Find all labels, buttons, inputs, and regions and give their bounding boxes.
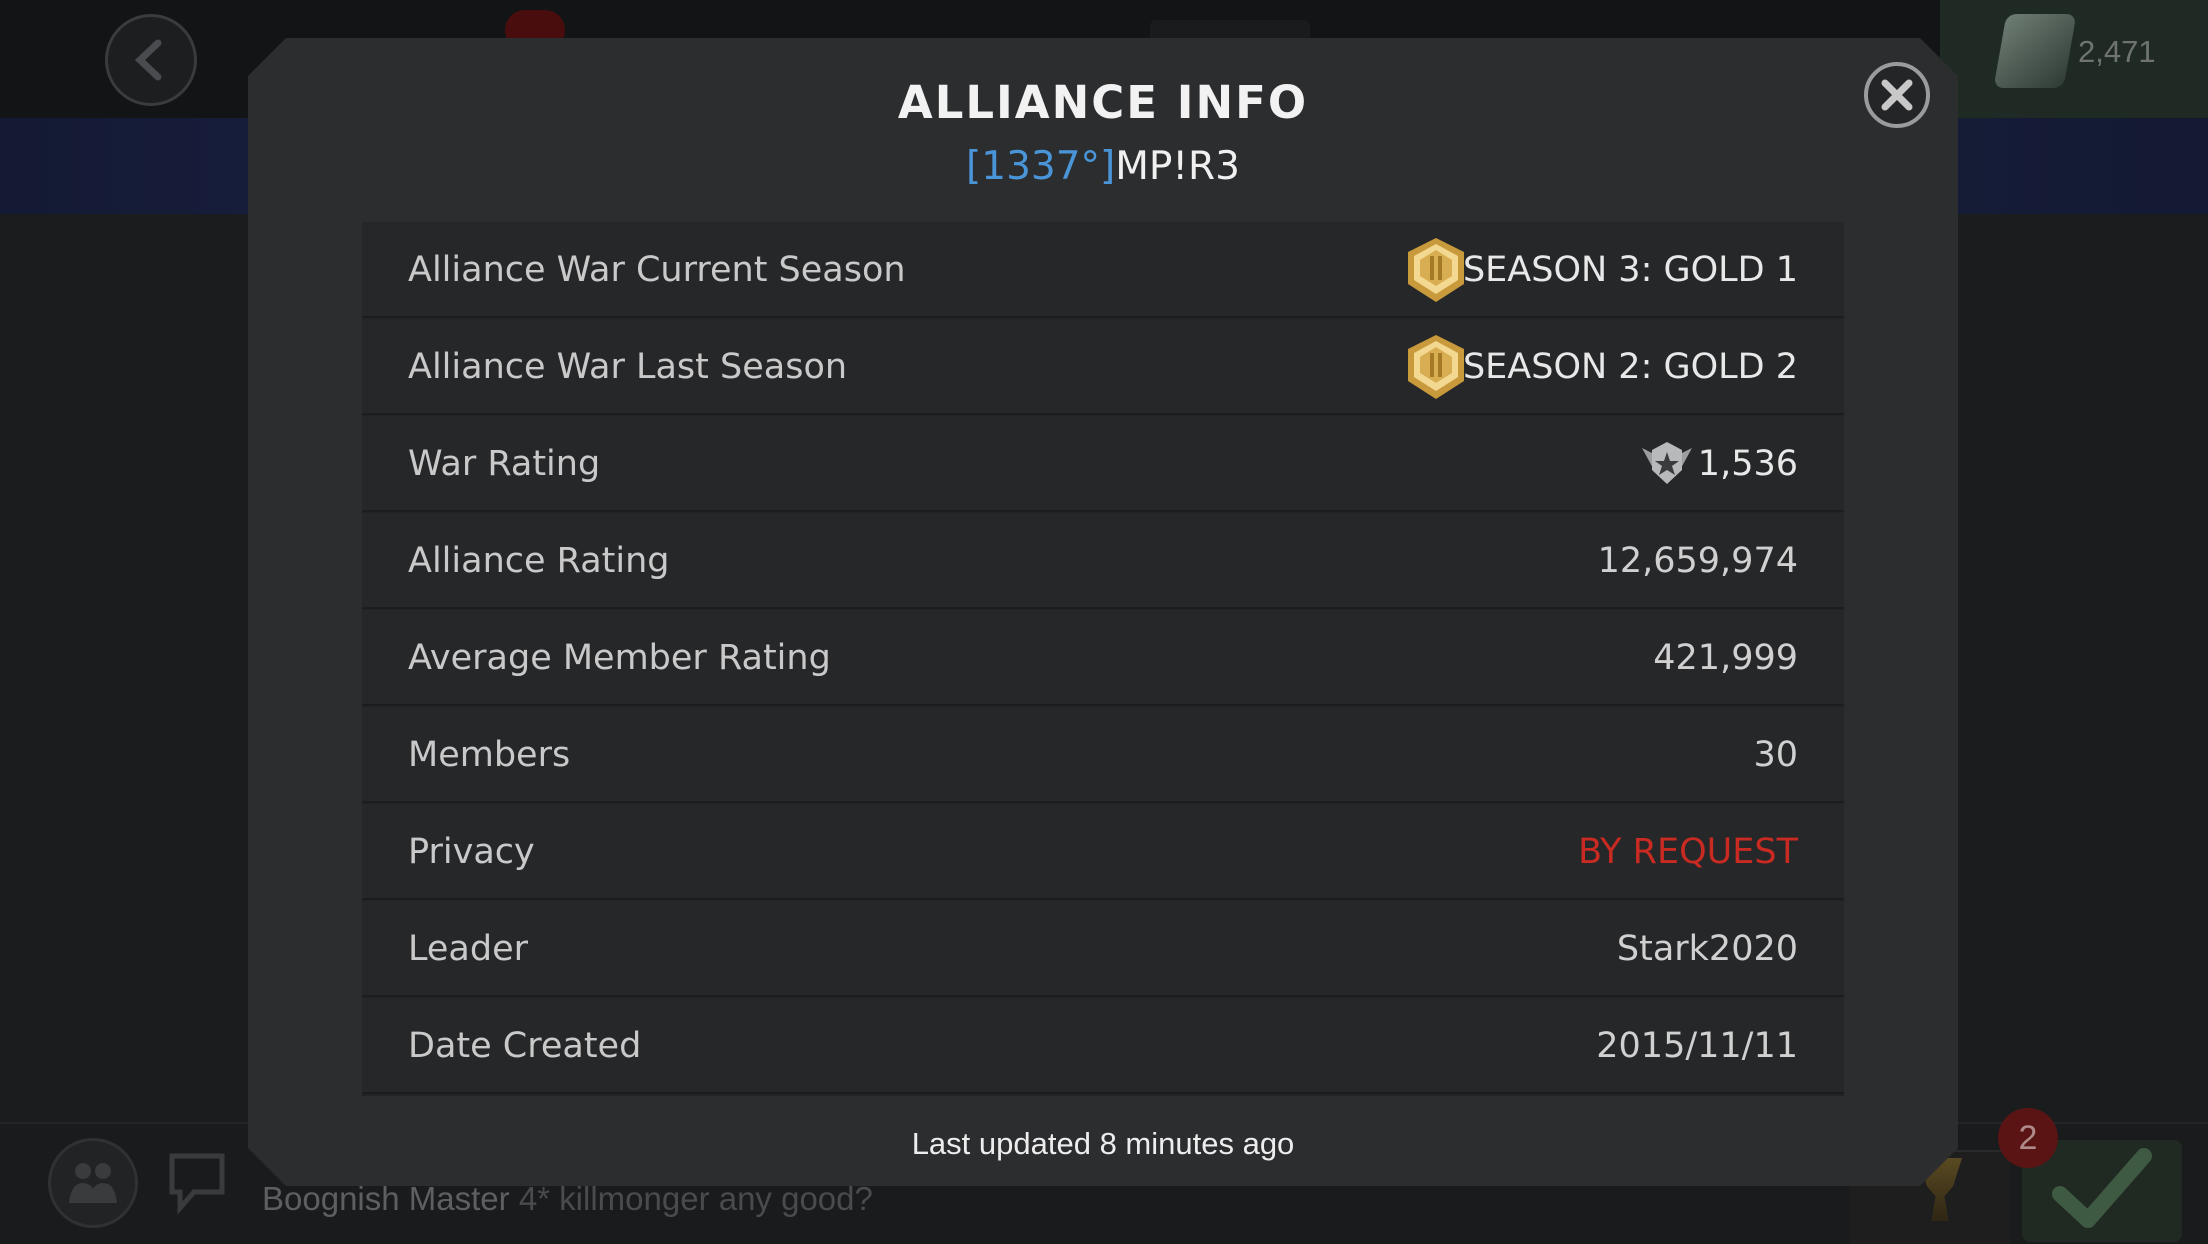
- checkmark-icon: [2052, 1148, 2152, 1228]
- row-value: SEASON 2: GOLD 2: [1462, 347, 1798, 387]
- last-updated-text: Last updated 8 minutes ago: [911, 1126, 1295, 1161]
- table-row: Members 30: [362, 707, 1844, 803]
- row-value: 12,659,974: [1597, 541, 1798, 581]
- table-row: Alliance Rating 12,659,974: [362, 513, 1844, 609]
- row-label: Alliance War Current Season: [408, 250, 906, 290]
- table-row: War Rating 1,536: [362, 416, 1844, 512]
- row-label: Leader: [408, 929, 529, 969]
- gold-medal-icon: [1404, 236, 1468, 304]
- chat-bubble-icon[interactable]: [168, 1152, 226, 1214]
- alliance-info-modal: ALLIANCE INFO [1337°]MP!R3 Alliance War …: [248, 38, 1958, 1186]
- leader-name[interactable]: Stark2020: [1617, 901, 1798, 997]
- war-rating-icon: [1640, 440, 1694, 486]
- table-row: Alliance War Current Season SEASON 3: GO…: [362, 222, 1844, 318]
- alliance-name-text: MP!R3: [1115, 144, 1240, 189]
- currency-value: 2,471: [2078, 34, 2156, 69]
- table-row: Average Member Rating 421,999: [362, 610, 1844, 706]
- row-value: 30: [1753, 735, 1798, 775]
- row-label: Alliance War Last Season: [408, 347, 848, 387]
- row-value: 1,536: [1697, 444, 1798, 484]
- row-label: War Rating: [408, 444, 601, 484]
- close-icon: [1879, 77, 1915, 113]
- row-value: 2015/11/11: [1596, 1026, 1798, 1066]
- table-row: Privacy BY REQUEST: [362, 804, 1844, 900]
- row-value: 421,999: [1653, 638, 1798, 678]
- modal-title: ALLIANCE INFO: [897, 76, 1309, 129]
- chevron-left-icon: [134, 39, 162, 81]
- row-label: Average Member Rating: [408, 638, 831, 678]
- alliance-name: [1337°]MP!R3: [248, 144, 1958, 189]
- row-label: Members: [408, 735, 571, 775]
- table-row: Date Created 2015/11/11: [362, 998, 1844, 1094]
- table-row: Leader Stark2020: [362, 901, 1844, 997]
- row-label: Date Created: [408, 1026, 642, 1066]
- notification-count: 2: [1998, 1108, 2058, 1168]
- close-button[interactable]: [1864, 62, 1930, 128]
- alliance-info-table: Alliance War Current Season SEASON 3: GO…: [362, 222, 1844, 1096]
- alliance-members-button[interactable]: [48, 1138, 138, 1228]
- back-button[interactable]: [105, 14, 197, 106]
- row-value: SEASON 3: GOLD 1: [1462, 250, 1798, 290]
- alliance-tag: [1337°]: [966, 144, 1116, 189]
- gold-medal-icon: [1404, 333, 1468, 401]
- row-label: Privacy: [408, 832, 535, 872]
- row-label: Alliance Rating: [408, 541, 670, 581]
- alliance-crystal-icon: [1993, 14, 2077, 88]
- table-row: Alliance War Last Season SEASON 2: GOLD …: [362, 319, 1844, 415]
- people-icon: [69, 1163, 117, 1203]
- privacy-status: BY REQUEST: [1578, 832, 1798, 872]
